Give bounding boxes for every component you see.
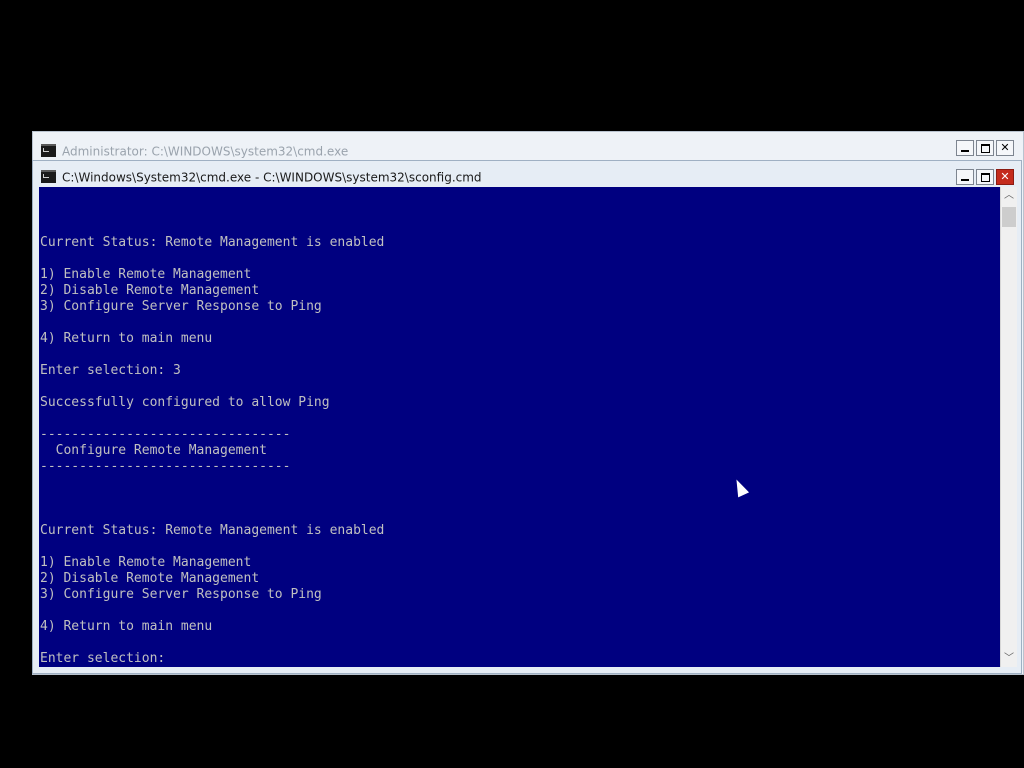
console-line: 3) Configure Server Response to Ping — [40, 587, 322, 602]
vertical-scrollbar[interactable]: ︿ ﹀ — [1000, 187, 1017, 667]
inner-close-button[interactable]: ✕ — [996, 169, 1014, 185]
maximize-icon — [980, 173, 990, 182]
console-line: Current Status: Remote Management is ena… — [40, 235, 385, 250]
chevron-up-icon: ︿ — [1004, 190, 1014, 201]
outer-window-title: Administrator: C:\WINDOWS\system32\cmd.e… — [62, 144, 349, 159]
console-line: 4) Return to main menu — [40, 619, 213, 634]
close-icon: ✕ — [1000, 141, 1010, 154]
console-line: Successfully configured to allow Ping — [40, 395, 330, 410]
minimize-icon — [961, 179, 969, 181]
console-output[interactable]: Current Status: Remote Management is ena… — [39, 187, 1000, 667]
inner-window-title: C:\Windows\System32\cmd.exe - C:\WINDOWS… — [62, 170, 482, 185]
minimize-icon — [961, 150, 969, 152]
outer-close-button[interactable]: ✕ — [996, 140, 1014, 156]
inner-title-bar[interactable]: C:\Windows\System32\cmd.exe - C:\WINDOWS… — [41, 169, 482, 185]
console-line: 1) Enable Remote Management — [40, 555, 252, 570]
close-icon: ✕ — [1000, 170, 1010, 183]
inner-maximize-button[interactable] — [976, 169, 994, 185]
console-line: Enter selection: 3 — [40, 363, 181, 378]
inner-minimize-button[interactable] — [956, 169, 974, 185]
cmd-icon — [41, 144, 56, 157]
console-line: Current Status: Remote Management is ena… — [40, 523, 385, 538]
chevron-down-icon: ﹀ — [1004, 653, 1014, 664]
console-line: Enter selection: — [40, 651, 174, 666]
console-line: 2) Disable Remote Management — [40, 283, 260, 298]
outer-title-bar[interactable]: Administrator: C:\WINDOWS\system32\cmd.e… — [41, 143, 348, 159]
scroll-thumb[interactable] — [1002, 207, 1016, 227]
console-line: Configure Remote Management — [40, 443, 267, 458]
cmd-icon — [41, 170, 56, 183]
outer-minimize-button[interactable] — [956, 140, 974, 156]
maximize-icon — [980, 144, 990, 153]
scroll-down-button[interactable]: ﹀ — [1001, 650, 1017, 667]
scroll-up-button[interactable]: ︿ — [1001, 187, 1017, 204]
console-line: -------------------------------- — [40, 459, 291, 474]
console-line: 3) Configure Server Response to Ping — [40, 299, 322, 314]
console-text: Current Status: Remote Management is ena… — [39, 187, 1000, 667]
console-line: -------------------------------- — [40, 427, 291, 442]
console-line: 4) Return to main menu — [40, 331, 213, 346]
console-line: 1) Enable Remote Management — [40, 267, 252, 282]
outer-maximize-button[interactable] — [976, 140, 994, 156]
sconfig-cmd-window[interactable]: C:\Windows\System32\cmd.exe - C:\WINDOWS… — [32, 160, 1022, 674]
console-line: 2) Disable Remote Management — [40, 571, 260, 586]
